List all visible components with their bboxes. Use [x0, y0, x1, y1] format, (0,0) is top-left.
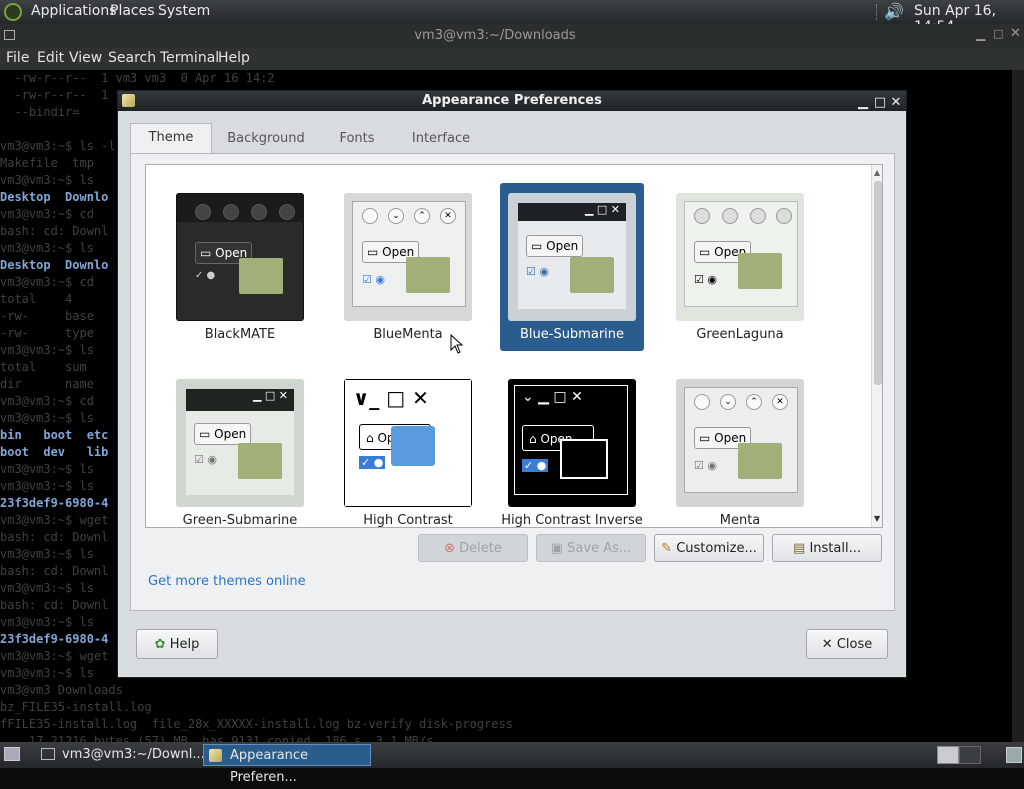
terminal-line: fFILE35-install.log file_28x_XXXXX-insta…: [0, 717, 513, 731]
terminal-title: vm3@vm3:~/Downloads: [414, 28, 576, 43]
customize-button[interactable]: ✎ Customize...: [654, 534, 764, 562]
theme-name: High Contrast: [363, 513, 453, 528]
terminal-menu-edit[interactable]: Edit: [37, 50, 64, 66]
theme-item[interactable]: ⌄ ⌃ ✕ ▭ Open ☑ ◉ BlueMenta: [336, 183, 480, 351]
taskbar-item-terminal[interactable]: vm3@vm3:~/Downl...: [36, 744, 205, 766]
theme-item[interactable]: ▁ □ ✕ ▭ Open ☑ ◉ Green-Submarine: [168, 369, 312, 528]
terminal-menubar: File Edit View Search Terminal Help: [0, 48, 1024, 70]
terminal-close-button[interactable]: ✕: [1010, 26, 1021, 41]
theme-preview: ⌄ ▁ □ ✕ ⌂ Open ✓ ●: [508, 379, 636, 507]
theme-name: High Contrast Inverse: [501, 513, 643, 528]
dialog-close-x-button[interactable]: ✕: [889, 93, 903, 113]
theme-item[interactable]: ▭ Open ☑ ◉ GreenLaguna: [668, 183, 812, 351]
appearance-task-icon: [209, 749, 222, 762]
customize-icon: ✎: [661, 541, 673, 556]
terminal-titlebar: vm3@vm3:~/Downloads ▁ □ ✕: [0, 24, 1024, 48]
appearance-app-icon: [122, 94, 135, 107]
volume-icon[interactable]: 🔊: [884, 2, 904, 21]
install-button[interactable]: ▤ Install...: [772, 534, 882, 562]
workspace-2[interactable]: [959, 746, 981, 764]
mouse-pointer-icon: [450, 334, 464, 354]
taskbar-item-appearance[interactable]: Appearance Preferen...: [203, 744, 371, 785]
theme-list[interactable]: ▭ Open ✓ ● BlackMATE ⌄ ⌃ ✕ ▭ Open ☑ ◉ BlueMenta ▁…: [145, 164, 883, 528]
mate-logo-icon[interactable]: [4, 3, 22, 21]
help-icon: ✿: [154, 637, 166, 652]
terminal-menu-view[interactable]: View: [69, 50, 102, 66]
terminal-menu-search[interactable]: Search: [108, 50, 156, 66]
help-button[interactable]: ✿ Help: [136, 629, 218, 659]
terminal-menu-file[interactable]: File: [6, 50, 29, 66]
terminal-line: vm3@vm3 Downloads: [0, 683, 123, 697]
show-desktop-icon[interactable]: [4, 747, 20, 761]
theme-item[interactable]: ⌄ ▁ □ ✕ ⌂ Open ✓ ● High Contrast Inverse: [500, 369, 644, 528]
install-icon: ▤: [793, 541, 806, 556]
top-panel: Applications Places System 🔊 Sun Apr 16,…: [0, 0, 1024, 35]
terminal-maximize-button[interactable]: □: [993, 27, 1003, 40]
tab-background[interactable]: Background: [218, 125, 314, 153]
delete-icon: ⊗: [444, 541, 456, 556]
theme-item[interactable]: ▭ Open ✓ ● BlackMATE: [168, 183, 312, 351]
places-menu[interactable]: Places: [110, 3, 155, 19]
delete-button[interactable]: ⊗ Delete: [418, 534, 528, 562]
tab-theme[interactable]: Theme: [130, 123, 212, 155]
terminal-line: 17.21216 bytes (57) MB, has 9131 copied,…: [0, 734, 434, 742]
terminal-scrollbar[interactable]: [1012, 70, 1024, 742]
theme-item[interactable]: ⌄ ⌃ ✕ ▭ Open ☑ ◉ Menta: [668, 369, 812, 528]
theme-name: GreenLaguna: [696, 327, 784, 342]
theme-item[interactable]: ∨_ □ ✕⌂ Open✓ ● High Contrast: [336, 369, 480, 528]
close-icon: ✕: [821, 637, 833, 652]
system-menu[interactable]: System: [158, 3, 210, 19]
theme-name: Menta: [719, 513, 761, 528]
scroll-down-arrow-icon[interactable]: ▼: [874, 514, 880, 523]
terminal-menu-terminal[interactable]: Terminal: [160, 50, 219, 66]
dialog-minimize-button[interactable]: ▁: [856, 93, 870, 113]
close-button[interactable]: ✕ Close: [806, 629, 888, 659]
theme-preview: ∨_ □ ✕⌂ Open✓ ●: [344, 379, 472, 507]
dialog-maximize-button[interactable]: □: [873, 93, 887, 113]
terminal-menu-help[interactable]: Help: [218, 50, 250, 66]
tab-fonts[interactable]: Fonts: [322, 125, 392, 153]
theme-preview: ▭ Open ✓ ●: [176, 193, 304, 321]
terminal-line: bz_FILE35-install.log: [0, 700, 152, 714]
scroll-thumb[interactable]: [874, 181, 882, 385]
terminal-line: -rw-r--r-- 1 vm3 vm3 0 Apr 16 14:2: [0, 71, 275, 85]
terminal-task-icon: [41, 748, 55, 760]
terminal-minimize-button[interactable]: ▁: [976, 27, 985, 41]
appearance-preferences-dialog: Appearance Preferences ▁ □ ✕ Theme Backg…: [117, 90, 907, 678]
tab-interface[interactable]: Interface: [400, 125, 482, 153]
theme-preview: ⌄ ⌃ ✕ ▭ Open ☑ ◉: [344, 193, 472, 321]
theme-name: Green-Submarine: [182, 513, 298, 528]
theme-item[interactable]: ▁ □ ✕ ▭ Open ☑ ◉ Blue-Submarine: [500, 183, 644, 351]
bottom-panel: vm3@vm3:~/Downl... Appearance Preferen..…: [0, 742, 1024, 785]
theme-name: Blue-Submarine: [519, 327, 625, 342]
theme-preview: ▁ □ ✕ ▭ Open ☑ ◉: [508, 193, 636, 321]
trash-icon[interactable]: [1006, 747, 1022, 763]
applications-menu[interactable]: Applications: [31, 3, 117, 19]
theme-preview: ⌄ ⌃ ✕ ▭ Open ☑ ◉: [676, 379, 804, 507]
dialog-title: Appearance Preferences: [422, 93, 602, 108]
get-more-themes-link[interactable]: Get more themes online: [148, 574, 306, 589]
theme-tab-panel: ▭ Open ✓ ● BlackMATE ⌄ ⌃ ✕ ▭ Open ☑ ◉ BlueMenta ▁…: [130, 153, 895, 611]
workspace-1[interactable]: [937, 746, 959, 764]
save-icon: ▣: [550, 541, 564, 556]
theme-preview: ▭ Open ☑ ◉: [676, 193, 804, 321]
theme-name: BlackMATE: [204, 327, 276, 342]
theme-list-scrollbar[interactable]: ▲ ▼: [871, 165, 882, 527]
theme-preview: ▁ □ ✕ ▭ Open ☑ ◉: [176, 379, 304, 507]
dialog-titlebar: Appearance Preferences ▁ □ ✕: [118, 91, 906, 111]
save-as-button[interactable]: ▣ Save As...: [536, 534, 646, 562]
scroll-up-arrow-icon[interactable]: ▲: [874, 168, 880, 177]
